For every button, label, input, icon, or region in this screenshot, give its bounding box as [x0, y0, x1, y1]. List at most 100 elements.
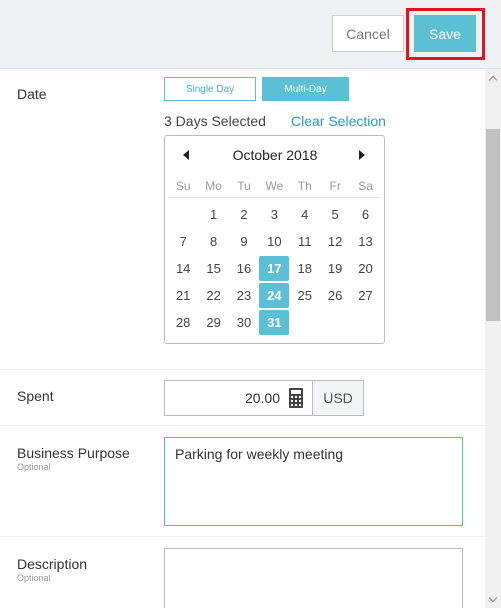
calendar-day-number: 14: [175, 261, 191, 276]
expense-form: Date Single Day Multi-Day 3 Days Selecte…: [0, 69, 485, 608]
spent-amount-value: 20.00: [244, 390, 280, 406]
calendar-day[interactable]: 18: [290, 255, 320, 282]
calendar-day-number: 3: [270, 207, 278, 222]
calendar-day-number: 20: [358, 261, 373, 276]
calendar-day[interactable]: 26: [320, 282, 350, 309]
calendar-day-number: 1: [209, 207, 218, 222]
calendar-day[interactable]: 8: [198, 228, 228, 255]
calendar-day-number: 11: [298, 234, 312, 249]
clear-selection-link[interactable]: Clear Selection: [291, 113, 386, 129]
calendar-day-number: 25: [297, 288, 312, 303]
calendar-day[interactable]: 10: [259, 228, 289, 255]
calendar-day-number: 26: [327, 288, 343, 303]
calendar-day-number: 21: [175, 288, 191, 303]
scrollbar-thumb[interactable]: [486, 129, 500, 321]
calendar-day[interactable]: 15: [198, 255, 228, 282]
calendar-month-title: October 2018: [232, 147, 318, 163]
calendar-day[interactable]: 1: [198, 201, 228, 228]
weekday-header: Su Mo Tu We Th Fr Sa: [168, 174, 381, 198]
calendar-day-number: 31: [259, 310, 290, 335]
calendar-day-number: 17: [259, 256, 290, 281]
spent-amount-input[interactable]: 20.00: [164, 380, 313, 416]
calendar-day[interactable]: 11: [290, 228, 320, 255]
calculator-icon[interactable]: [289, 388, 303, 408]
calendar-day[interactable]: 7: [168, 228, 198, 255]
calendar-day-number: 24: [259, 283, 290, 308]
spent-label: Spent: [17, 388, 54, 404]
calendar-day-number: 7: [179, 234, 187, 249]
calendar-day[interactable]: 5: [320, 201, 350, 228]
calendar-day[interactable]: 30: [229, 309, 259, 336]
calendar-day[interactable]: 21: [168, 282, 198, 309]
calendar-day[interactable]: 16: [229, 255, 259, 282]
weekday-label: Su: [175, 179, 191, 193]
calendar-day-number: 29: [206, 315, 221, 330]
calendar-day-selected[interactable]: 24: [259, 282, 290, 309]
cancel-button[interactable]: Cancel: [332, 15, 404, 52]
calendar-day[interactable]: 12: [320, 228, 350, 255]
calendar-day-number: 18: [297, 261, 312, 276]
calendar-day[interactable]: 25: [290, 282, 320, 309]
scroll-up-icon[interactable]: [485, 71, 501, 85]
calendar-day[interactable]: 23: [229, 282, 259, 309]
calendar-week-row: 7 8 9 10 11 12 13: [168, 228, 381, 255]
weekday-label: Tu: [237, 179, 251, 193]
business-purpose-field[interactable]: Parking for weekly meeting: [164, 437, 463, 526]
calendar-day[interactable]: 27: [350, 282, 380, 309]
caret-left-icon[interactable]: [179, 148, 193, 162]
business-purpose-optional: Optional: [17, 462, 51, 472]
calendar-empty-cell: [290, 309, 320, 336]
weekday-label: Mo: [205, 179, 222, 193]
calendar-week-row: 1 2 3 4 5 6: [168, 201, 381, 228]
calendar-day-number: 15: [206, 261, 221, 276]
calendar-week-row: 14 15 16 17 18 19 20: [168, 255, 381, 282]
divider: [0, 369, 485, 370]
calendar-day[interactable]: 4: [290, 201, 320, 228]
calendar-day-number: 30: [236, 315, 252, 330]
weekday-label: Sa: [358, 179, 373, 193]
calendar-day-number: 28: [175, 315, 191, 330]
caret-right-icon[interactable]: [355, 148, 369, 162]
calendar-grid: Su Mo Tu We Th Fr Sa 1 2 3 4 5 6 7 8 9 10 11 12 13 14 15 16 17…: [168, 174, 381, 336]
currency-selector[interactable]: USD: [313, 380, 364, 416]
calendar-day-number: 22: [206, 288, 221, 303]
calendar-day[interactable]: 9: [229, 228, 259, 255]
calendar-day-number: 12: [327, 234, 343, 249]
calendar-day-number: 13: [358, 234, 373, 249]
calendar-day[interactable]: 19: [320, 255, 350, 282]
calendar-day-number: 5: [331, 207, 339, 222]
save-button[interactable]: Save: [414, 15, 476, 52]
calendar-day[interactable]: 13: [350, 228, 380, 255]
calendar-day-number: 19: [327, 261, 343, 276]
calendar-empty-cell: [320, 309, 350, 336]
calendar-day[interactable]: 14: [168, 255, 198, 282]
calendar-day[interactable]: 22: [198, 282, 228, 309]
multi-day-toggle[interactable]: Multi-Day: [262, 77, 349, 101]
calendar-day-number: 23: [236, 288, 252, 303]
calendar-day-number: 27: [358, 288, 373, 303]
weekday-label: We: [265, 179, 284, 193]
calendar-day[interactable]: 20: [350, 255, 380, 282]
calendar-day-number: 10: [267, 234, 282, 249]
description-optional: Optional: [17, 573, 51, 583]
calendar-day-number: 8: [209, 234, 218, 249]
calendar-day[interactable]: 28: [168, 309, 198, 336]
calendar-day[interactable]: 6: [350, 201, 380, 228]
calendar-week-row: 21 22 23 24 25 26 27: [168, 282, 381, 309]
divider: [0, 536, 485, 537]
vertical-scrollbar[interactable]: [485, 69, 501, 608]
calendar-day[interactable]: 29: [198, 309, 228, 336]
calendar-day-selected[interactable]: 17: [259, 255, 290, 282]
weekday-label: Th: [297, 179, 312, 193]
calendar-day[interactable]: 2: [229, 201, 259, 228]
calendar-day-number: 6: [361, 207, 370, 222]
calendar-day[interactable]: 3: [259, 201, 289, 228]
calendar-week-row: 28 29 30 31: [168, 309, 381, 336]
scroll-down-icon[interactable]: [485, 592, 501, 606]
description-field[interactable]: [164, 548, 463, 608]
single-day-toggle[interactable]: Single Day: [164, 77, 256, 101]
divider: [0, 425, 485, 426]
days-selected-text: 3 Days Selected: [164, 113, 266, 129]
calendar-weeks: 1 2 3 4 5 6 7 8 9 10 11 12 13 14 15 16 17 18 19 20 21 22 23 24 2…: [168, 201, 381, 336]
calendar-day-selected[interactable]: 31: [259, 309, 290, 336]
